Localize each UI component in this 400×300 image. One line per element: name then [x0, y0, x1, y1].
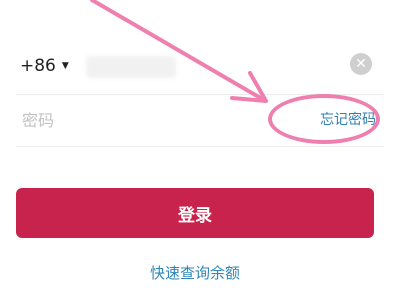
forgot-password-link[interactable]: 忘记密码 [320, 109, 376, 129]
phone-row: +86 ▼ ✕ [16, 40, 384, 95]
login-button[interactable]: 登录 [16, 188, 374, 238]
phone-number-input[interactable] [86, 56, 176, 78]
caret-down-icon: ▼ [61, 61, 69, 71]
quick-balance-link[interactable]: 快速查询余额 [0, 262, 390, 283]
country-code-selector[interactable]: +86 ▼ [20, 56, 69, 76]
clear-icon[interactable]: ✕ [350, 53, 372, 75]
password-row: 忘记密码 [16, 94, 384, 147]
password-input[interactable] [20, 106, 244, 134]
country-code-label: +86 [20, 56, 56, 76]
